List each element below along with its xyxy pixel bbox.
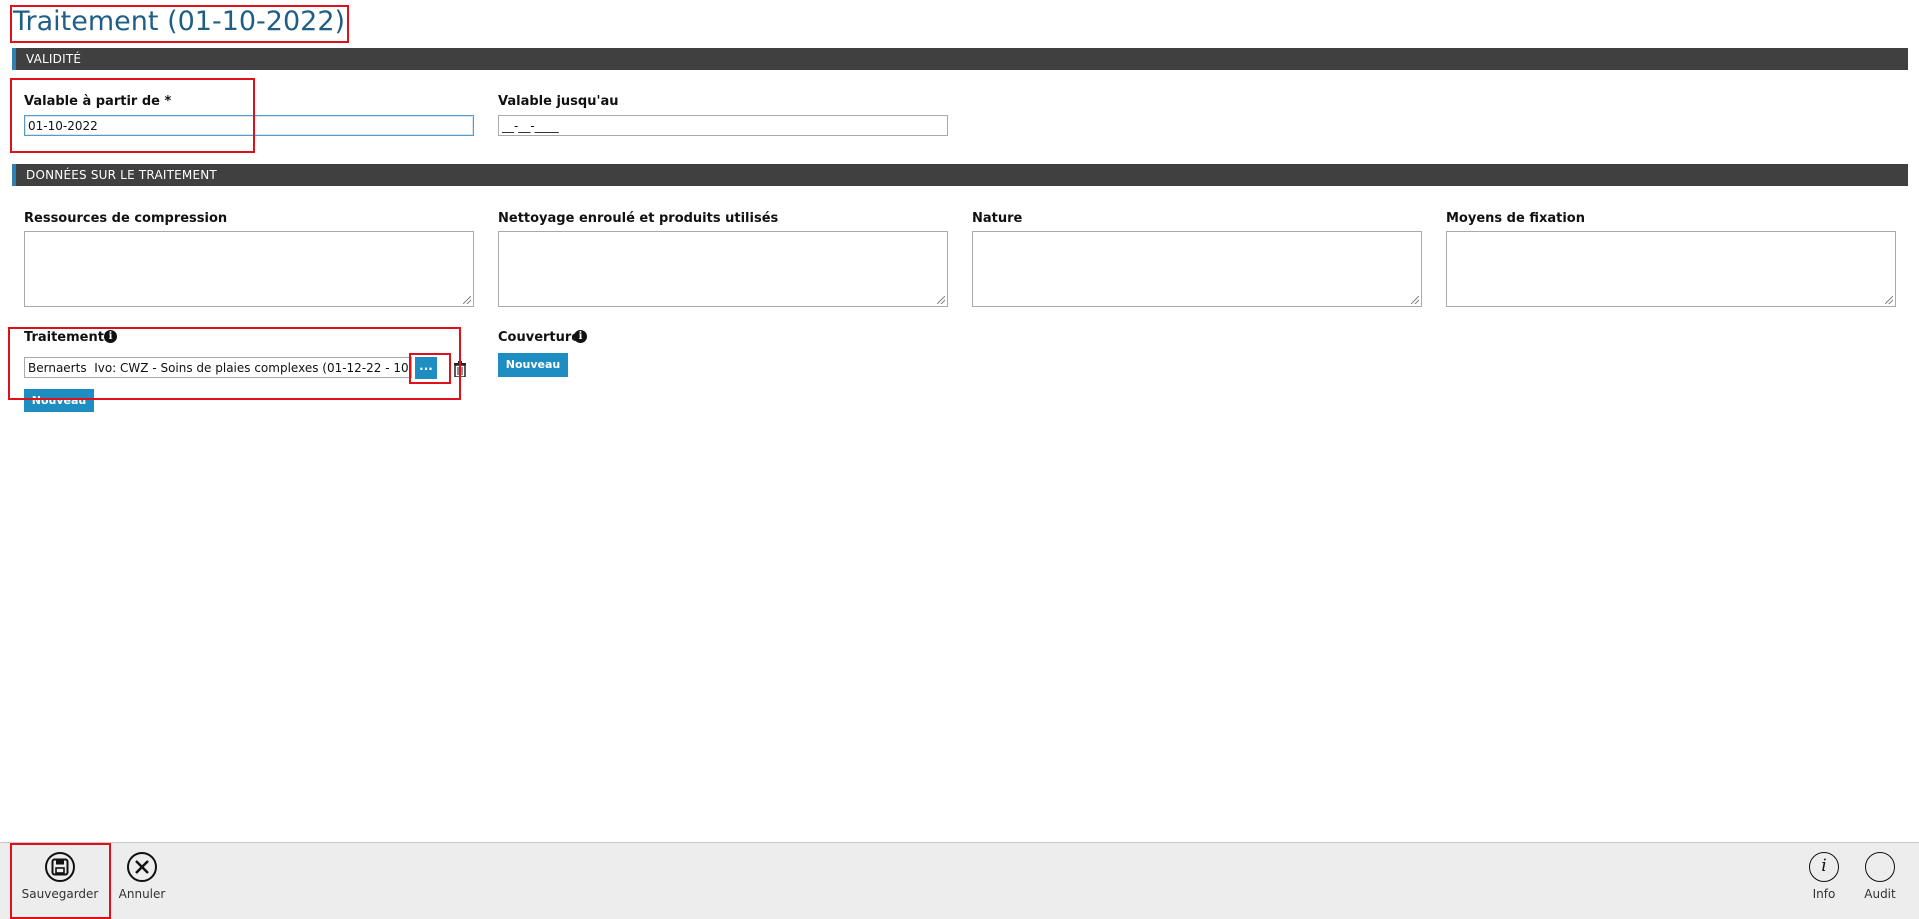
- traitements-browse-button[interactable]: ...: [415, 357, 437, 379]
- info-button[interactable]: i Info: [1799, 852, 1849, 901]
- couverture-label: Couverture: [498, 330, 581, 345]
- traitements-label: Traitements: [24, 330, 112, 345]
- save-label: Sauvegarder: [21, 887, 99, 901]
- valid-until-input[interactable]: [498, 115, 948, 136]
- nature-label: Nature: [972, 211, 1023, 226]
- close-icon: [127, 852, 157, 882]
- section-bar-validity: VALIDITÉ: [12, 48, 1908, 70]
- traitements-info-icon[interactable]: i: [104, 330, 117, 343]
- bottom-toolbar: Sauvegarder Annuler i Info Audit: [0, 842, 1919, 919]
- traitements-input[interactable]: [24, 357, 412, 378]
- couverture-info-icon[interactable]: i: [574, 330, 587, 343]
- valid-until-label: Valable jusqu'au: [498, 94, 619, 109]
- info-icon: i: [1809, 852, 1839, 882]
- traitements-new-button[interactable]: Nouveau: [24, 389, 94, 412]
- couverture-new-button[interactable]: Nouveau: [498, 353, 568, 377]
- trash-icon[interactable]: [453, 361, 467, 377]
- valid-from-input[interactable]: [24, 115, 474, 136]
- cleaning-label: Nettoyage enroulé et produits utilisés: [498, 211, 779, 226]
- fixation-label: Moyens de fixation: [1446, 211, 1585, 226]
- section-label-validity: VALIDITÉ: [26, 52, 82, 66]
- section-bar-treatment-data: DONNÉES SUR LE TRAITEMENT: [12, 164, 1908, 186]
- save-icon: [45, 852, 75, 882]
- cancel-button[interactable]: Annuler: [112, 852, 172, 901]
- page-title: Traitement (01-10-2022): [13, 6, 346, 37]
- compression-label: Ressources de compression: [24, 211, 228, 226]
- audit-button[interactable]: Audit: [1855, 852, 1905, 901]
- nature-textarea[interactable]: [972, 231, 1422, 307]
- cancel-label: Annuler: [118, 887, 166, 901]
- info-label: Info: [1812, 887, 1836, 901]
- audit-icon: [1865, 852, 1895, 882]
- compression-textarea[interactable]: [24, 231, 474, 307]
- save-button[interactable]: Sauvegarder: [18, 852, 102, 901]
- valid-from-label: Valable à partir de *: [24, 94, 172, 109]
- audit-label: Audit: [1864, 887, 1896, 901]
- fixation-textarea[interactable]: [1446, 231, 1896, 307]
- cleaning-textarea[interactable]: [498, 231, 948, 307]
- section-label-treatment-data: DONNÉES SUR LE TRAITEMENT: [26, 168, 217, 182]
